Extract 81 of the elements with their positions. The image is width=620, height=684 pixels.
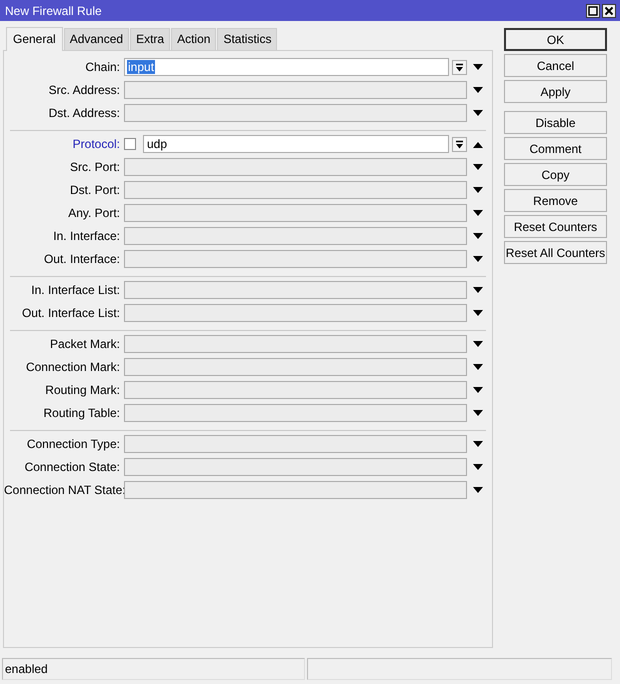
input-field[interactable]: [124, 158, 467, 176]
expand-arrow-icon[interactable]: [473, 464, 483, 470]
field-label: Routing Mark:: [44, 383, 121, 397]
input-field[interactable]: [124, 481, 467, 499]
field-label: Connection State:: [24, 460, 121, 474]
close-button[interactable]: [602, 4, 616, 18]
expand-arrow-icon[interactable]: [473, 486, 483, 494]
dropdown-button[interactable]: [452, 136, 467, 152]
input-field[interactable]: [124, 204, 467, 222]
expand-arrow-icon[interactable]: [473, 210, 483, 216]
field-label: Dst. Address:: [48, 106, 121, 120]
dropdown-button[interactable]: [452, 60, 467, 74]
dialog-button[interactable]: Comment: [504, 137, 607, 160]
input-field[interactable]: [124, 381, 467, 399]
expand-arrow-icon[interactable]: [473, 386, 483, 394]
dialog-button[interactable]: Reset Counters: [504, 215, 607, 238]
maximize-icon: [588, 6, 598, 16]
field-label: Connection Type:: [26, 437, 121, 451]
input-field[interactable]: [124, 335, 467, 353]
dialog-button[interactable]: Disable: [504, 111, 607, 134]
field-label: Dst. Port:: [68, 183, 121, 197]
field-label: Routing Table:: [42, 406, 121, 420]
dialog-button[interactable]: Remove: [504, 189, 607, 212]
field-label: Any. Port:: [67, 206, 121, 220]
dropdown-icon: [455, 140, 464, 148]
expand-arrow-icon[interactable]: [473, 340, 483, 348]
expand-arrow-icon[interactable]: [473, 164, 483, 170]
dialog-button[interactable]: Reset All Counters: [504, 241, 607, 264]
field-label: In. Interface:: [52, 229, 121, 243]
input-field[interactable]: [124, 458, 467, 476]
expand-arrow-icon[interactable]: [473, 64, 483, 70]
field-label: In. Interface List:: [30, 283, 121, 297]
tab[interactable]: Advanced: [64, 28, 130, 50]
field-label: Src. Address:: [48, 83, 121, 97]
dialog-button[interactable]: Cancel: [504, 54, 607, 77]
input-field[interactable]: [124, 227, 467, 245]
expand-arrow-icon[interactable]: [473, 310, 483, 316]
input-field[interactable]: [124, 104, 467, 122]
dialog-button[interactable]: Copy: [504, 163, 607, 186]
status-text: enabled: [2, 658, 305, 680]
dialog-button[interactable]: OK: [504, 28, 607, 51]
input-field[interactable]: [124, 304, 467, 322]
field-value: input: [127, 60, 156, 74]
collapse-arrow-icon[interactable]: [473, 140, 483, 148]
window-title: New Firewall Rule: [5, 4, 102, 18]
field-label: Chain:: [84, 60, 121, 74]
field-label: Connection NAT State:: [4, 483, 124, 497]
expand-arrow-icon[interactable]: [473, 410, 483, 416]
maximize-button[interactable]: [586, 4, 600, 18]
expand-arrow-icon[interactable]: [473, 256, 483, 262]
input-field[interactable]: [124, 250, 467, 268]
field-label: Src. Port:: [68, 160, 121, 174]
expand-arrow-icon[interactable]: [473, 364, 483, 370]
field-label: Out. Interface List:: [20, 306, 121, 320]
expand-arrow-icon[interactable]: [473, 86, 483, 94]
tab[interactable]: Statistics: [217, 28, 278, 50]
expand-arrow-icon[interactable]: [473, 440, 483, 448]
field-label: Protocol:: [72, 137, 121, 151]
expand-arrow-icon[interactable]: [473, 110, 483, 116]
expand-arrow-icon[interactable]: [473, 186, 483, 194]
input-field[interactable]: [124, 181, 467, 199]
tab[interactable]: General: [6, 27, 63, 51]
combo-field[interactable]: input: [124, 58, 449, 76]
field-label: Connection Mark:: [24, 360, 121, 374]
close-icon: [604, 6, 614, 16]
input-field[interactable]: [124, 404, 467, 422]
field-label: Packet Mark:: [48, 337, 121, 351]
input-field[interactable]: [124, 435, 467, 453]
input-field[interactable]: [124, 358, 467, 376]
field-label: Out. Interface:: [42, 252, 121, 266]
field-value: udp: [146, 137, 168, 151]
dialog-button[interactable]: Apply: [504, 80, 607, 103]
combo-field[interactable]: udp: [143, 135, 449, 153]
input-field[interactable]: [124, 281, 467, 299]
expand-arrow-icon[interactable]: [473, 286, 483, 294]
checkbox[interactable]: [124, 138, 136, 150]
tab[interactable]: Extra: [130, 28, 170, 50]
expand-arrow-icon[interactable]: [473, 232, 483, 240]
tab[interactable]: Action: [171, 28, 216, 50]
input-field[interactable]: [124, 81, 467, 99]
dropdown-icon: [455, 62, 464, 72]
